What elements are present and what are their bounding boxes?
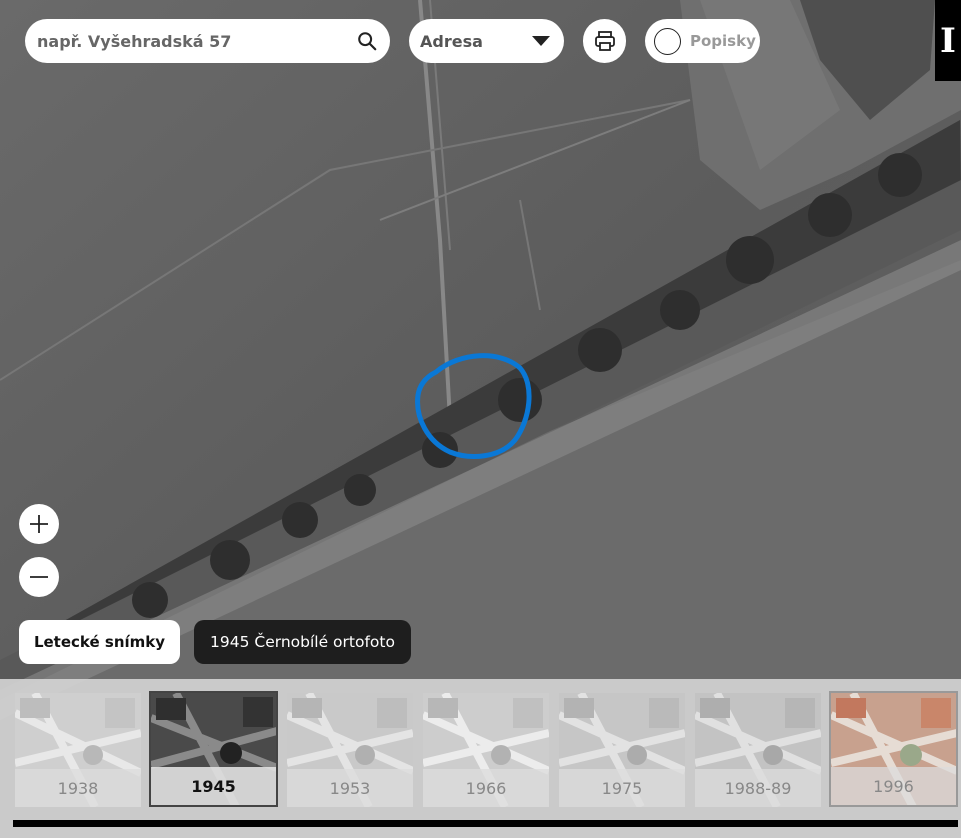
- timeline-thumb-1938[interactable]: 1938: [15, 693, 141, 807]
- aerial-photos-label: Letecké snímky: [33, 633, 166, 651]
- info-tab-label: I: [940, 20, 956, 61]
- timeline-year-label: 1988-89: [695, 769, 821, 807]
- current-layer-text: 1945 Černobílé ortofoto: [210, 633, 395, 651]
- labels-radio[interactable]: [654, 27, 681, 55]
- minus-icon: [30, 576, 48, 578]
- plus-icon: [30, 515, 48, 533]
- timeline-year-label: 1953: [287, 769, 413, 807]
- info-tab[interactable]: I: [935, 0, 961, 81]
- timeline-thumb-1945[interactable]: 1945: [149, 691, 278, 807]
- timeline-thumb-1988-89[interactable]: 1988-89: [695, 693, 821, 807]
- timeline-year-label: 1938: [15, 769, 141, 807]
- aerial-photos-button[interactable]: Letecké snímky: [19, 620, 180, 664]
- search-type-dropdown[interactable]: Adresa: [409, 19, 564, 63]
- caret-down-icon: [532, 36, 550, 46]
- current-layer-label: 1945 Černobílé ortofoto: [194, 620, 411, 664]
- search-box[interactable]: [25, 19, 390, 63]
- timeline-scrollbar[interactable]: [13, 820, 958, 827]
- year-timeline: 1938 1945 1953 1966 1975 1988-89 1996: [0, 679, 961, 838]
- printer-icon: [594, 31, 615, 51]
- search-type-value: Adresa: [420, 31, 483, 51]
- timeline-thumb-1953[interactable]: 1953: [287, 693, 413, 807]
- labels-toggle-label: Popisky: [690, 32, 756, 50]
- timeline-thumb-1996[interactable]: 1996: [829, 691, 958, 807]
- zoom-out-button[interactable]: [19, 557, 59, 597]
- timeline-thumb-1975[interactable]: 1975: [559, 693, 685, 807]
- search-icon[interactable]: [356, 30, 378, 52]
- timeline-thumb-1966[interactable]: 1966: [423, 693, 549, 807]
- search-input[interactable]: [37, 31, 356, 51]
- zoom-in-button[interactable]: [19, 504, 59, 544]
- timeline-year-label: 1945: [151, 767, 276, 805]
- print-button[interactable]: [583, 19, 626, 63]
- timeline-year-label: 1996: [831, 767, 956, 805]
- timeline-year-label: 1966: [423, 769, 549, 807]
- labels-toggle[interactable]: Popisky: [645, 19, 760, 63]
- timeline-year-label: 1975: [559, 769, 685, 807]
